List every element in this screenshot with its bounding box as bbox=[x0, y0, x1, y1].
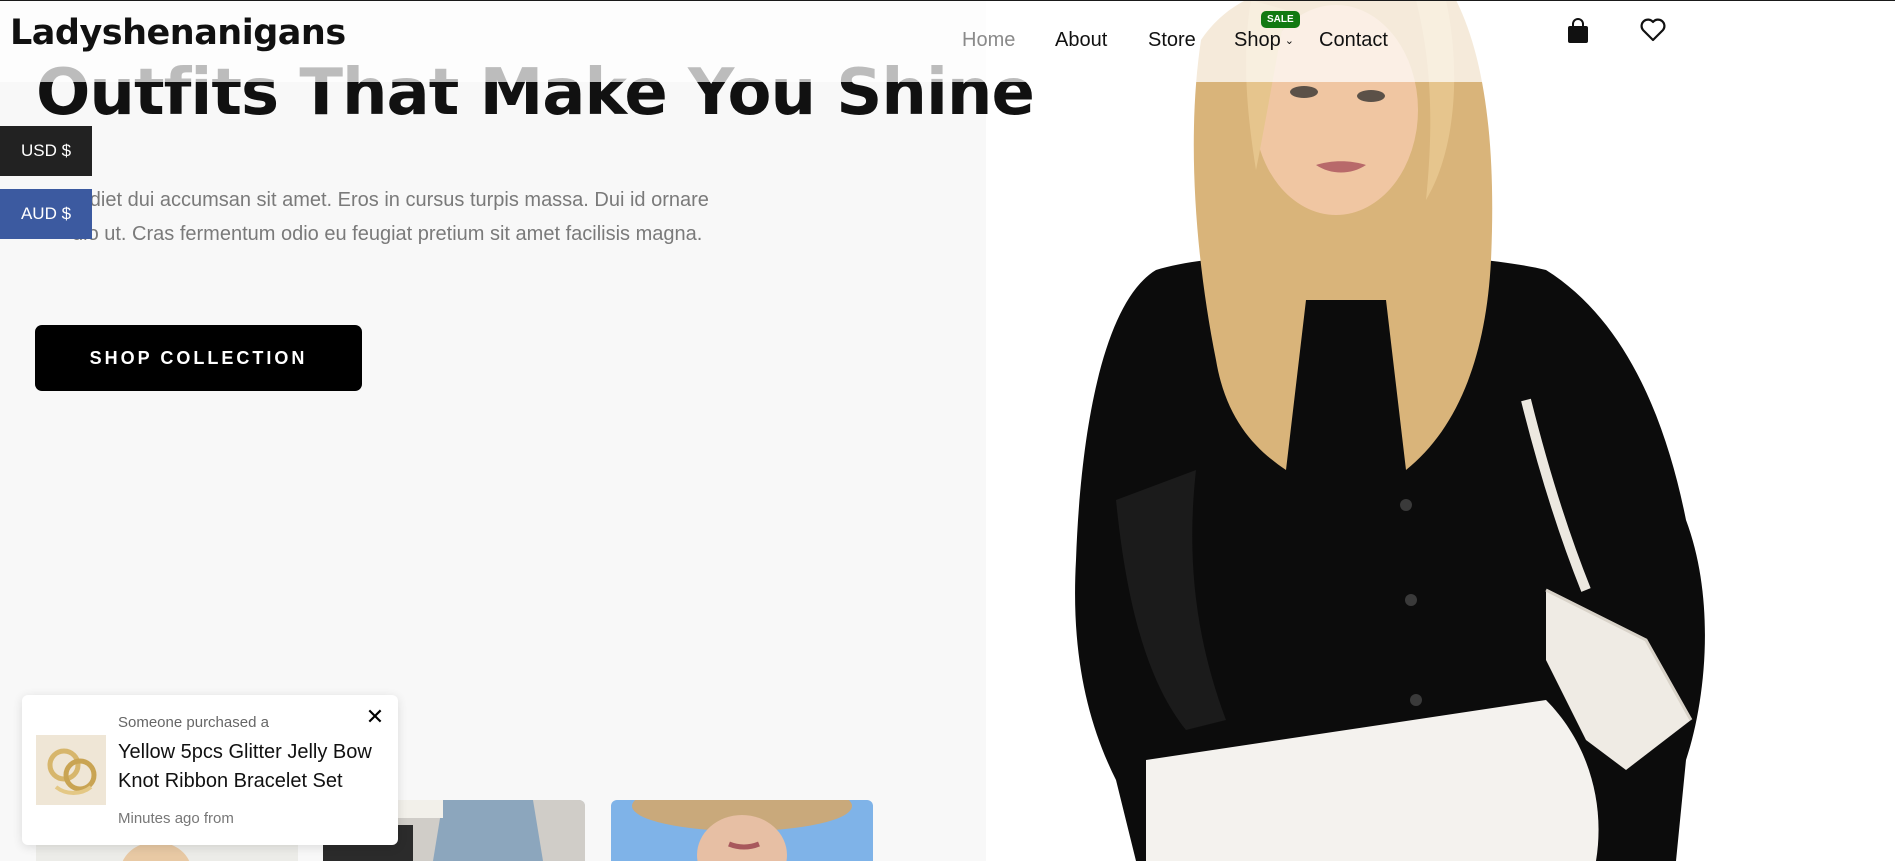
site-header: Ladyshenanigans Home About Store Shop ⌄ C… bbox=[0, 1, 1572, 82]
top-border bbox=[0, 0, 1895, 1]
sale-badge: SALE bbox=[1261, 11, 1300, 28]
popup-product-name[interactable]: Yellow 5pcs Glitter Jelly Bow Knot Ribbo… bbox=[118, 738, 380, 796]
popup-pretext: Someone purchased a bbox=[118, 714, 269, 731]
nav-shop[interactable]: Shop ⌄ bbox=[1234, 29, 1294, 52]
nav-store[interactable]: Store bbox=[1148, 29, 1196, 52]
nav-contact[interactable]: Contact bbox=[1319, 29, 1388, 52]
shop-collection-button[interactable]: SHOP COLLECTION bbox=[35, 325, 362, 391]
hero-description: erdiet dui accumsan sit amet. Eros in cu… bbox=[72, 189, 709, 245]
nav-home[interactable]: Home bbox=[962, 29, 1015, 52]
nav-about[interactable]: About bbox=[1055, 29, 1107, 52]
site-logo[interactable]: Ladyshenanigans bbox=[10, 13, 346, 53]
currency-aud-button[interactable]: AUD $ bbox=[0, 189, 92, 239]
popup-product-image[interactable] bbox=[36, 735, 106, 805]
recent-purchase-popup: Someone purchased a Yellow 5pcs Glitter … bbox=[22, 695, 398, 845]
heart-icon[interactable] bbox=[1640, 18, 1666, 46]
shopping-bag-icon[interactable] bbox=[1566, 18, 1590, 48]
nav-shop-label: Shop bbox=[1234, 29, 1281, 51]
close-icon[interactable]: ✕ bbox=[363, 705, 387, 730]
hero-model-image bbox=[986, 0, 1895, 861]
currency-usd-button[interactable]: USD $ bbox=[0, 126, 92, 176]
popup-time: Minutes ago from bbox=[118, 810, 234, 827]
product-thumbnail[interactable] bbox=[611, 800, 873, 861]
chevron-down-icon: ⌄ bbox=[1284, 35, 1294, 47]
